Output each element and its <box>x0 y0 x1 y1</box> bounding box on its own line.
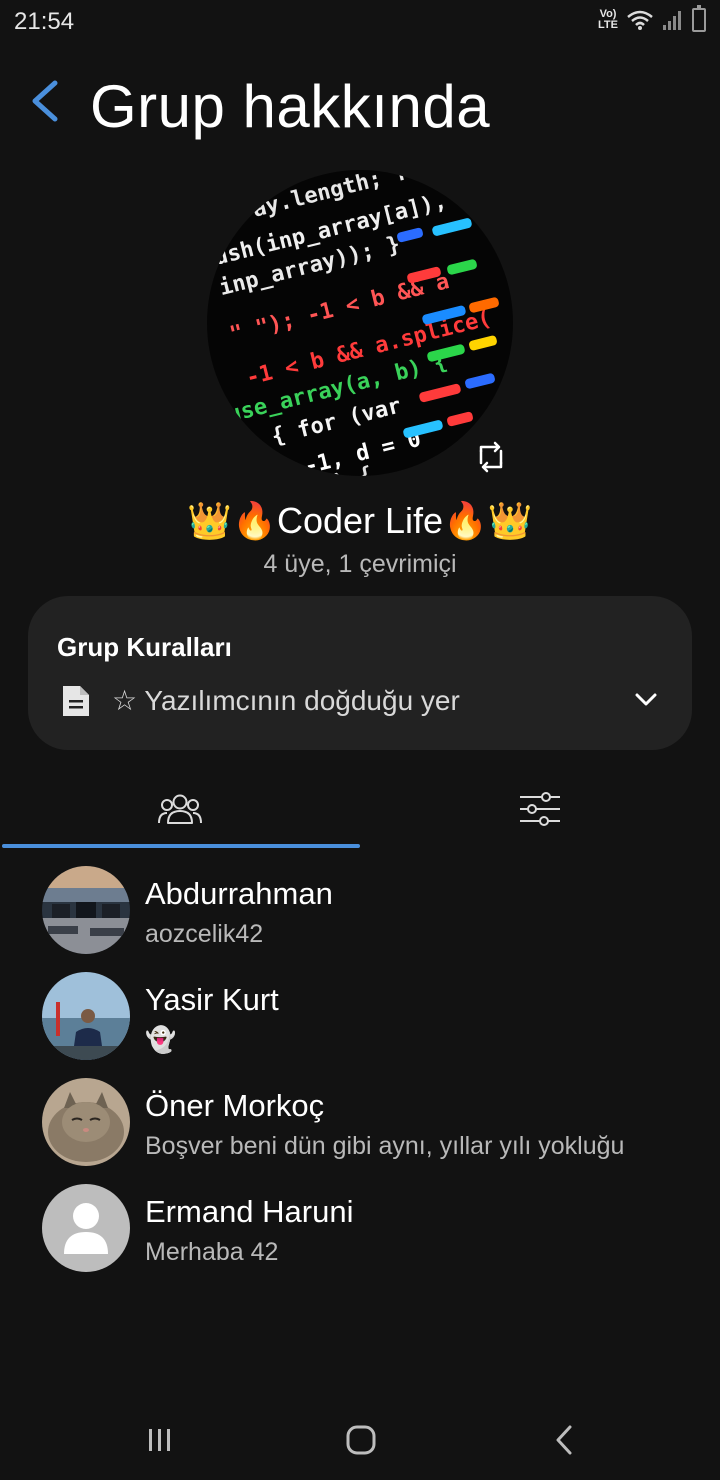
rules-title: Grup Kuralları <box>57 632 232 662</box>
avatar <box>42 1184 130 1272</box>
group-avatar[interactable]: ray.length; for ( ush(inp_array[a]), b i… <box>207 170 513 476</box>
home-icon <box>346 1425 376 1455</box>
avatar <box>42 866 130 954</box>
tab-settings[interactable] <box>360 770 720 848</box>
list-item[interactable]: Abdurrahman aozcelik42 <box>0 856 720 962</box>
list-item[interactable]: Yasir Kurt 👻 <box>0 962 720 1068</box>
list-item[interactable]: Ermand Haruni Merhaba 42 <box>0 1174 720 1280</box>
nav-back-icon <box>556 1425 572 1455</box>
member-status: aozcelik42 <box>145 920 264 948</box>
back-button[interactable] <box>22 76 66 126</box>
chevron-down-icon[interactable] <box>634 688 658 712</box>
recent-apps-icon <box>149 1429 170 1451</box>
status-icons: Vo) LTE <box>598 5 706 32</box>
member-status: Boşver beni dün gibi aynı, yıllar yılı y… <box>145 1132 625 1160</box>
change-photo-icon[interactable] <box>470 436 512 478</box>
member-list: Abdurrahman aozcelik42 Yasir Kurt 👻 Öner… <box>0 856 720 1280</box>
tab-members[interactable] <box>0 770 360 848</box>
recent-apps-button[interactable] <box>130 1420 190 1460</box>
group-rules-card[interactable]: Grup Kuralları ☆ Yazılımcının doğduğu ye… <box>28 596 692 750</box>
member-name: Ermand Haruni <box>145 1194 354 1229</box>
back-arrow-icon <box>32 80 58 122</box>
volte-icon: Vo) LTE <box>598 9 618 31</box>
document-icon <box>63 686 89 716</box>
group-tabs <box>0 770 720 850</box>
status-time: 21:54 <box>14 8 75 35</box>
sliders-icon <box>520 792 560 826</box>
avatar <box>42 972 130 1060</box>
system-nav-bar <box>0 1400 720 1480</box>
rules-text: ☆ Yazılımcının doğduğu yer <box>112 685 460 716</box>
page-title: Grup hakkında <box>90 73 491 140</box>
default-avatar-icon <box>42 1184 130 1272</box>
list-item[interactable]: Öner Morkoç Boşver beni dün gibi aynı, y… <box>0 1068 720 1174</box>
app-header: Grup hakkında <box>0 62 720 152</box>
volte-bottom-label: LTE <box>598 19 618 31</box>
group-info-screen: 21:54 Vo) LTE Grup hakkında ray.length; … <box>0 0 720 1480</box>
people-icon <box>158 794 202 824</box>
avatar-code-blocks <box>397 218 499 438</box>
avatar <box>42 1078 130 1166</box>
status-bar: 21:54 Vo) LTE <box>0 0 720 44</box>
member-status: 👻 <box>145 1026 177 1054</box>
battery-icon <box>692 5 706 32</box>
home-button[interactable] <box>331 1420 391 1460</box>
tab-active-indicator <box>2 844 360 848</box>
member-name: Yasir Kurt <box>145 982 279 1017</box>
wifi-icon <box>627 10 653 30</box>
member-name: Öner Morkoç <box>145 1088 325 1123</box>
member-status: Merhaba 42 <box>145 1238 279 1266</box>
nav-back-button[interactable] <box>534 1420 594 1460</box>
signal-icon <box>663 11 681 30</box>
group-members-summary: 4 üye, 1 çevrimiçi <box>263 550 457 578</box>
member-name: Abdurrahman <box>145 876 333 911</box>
group-name: 👑🔥Coder Life🔥👑 <box>187 500 533 541</box>
